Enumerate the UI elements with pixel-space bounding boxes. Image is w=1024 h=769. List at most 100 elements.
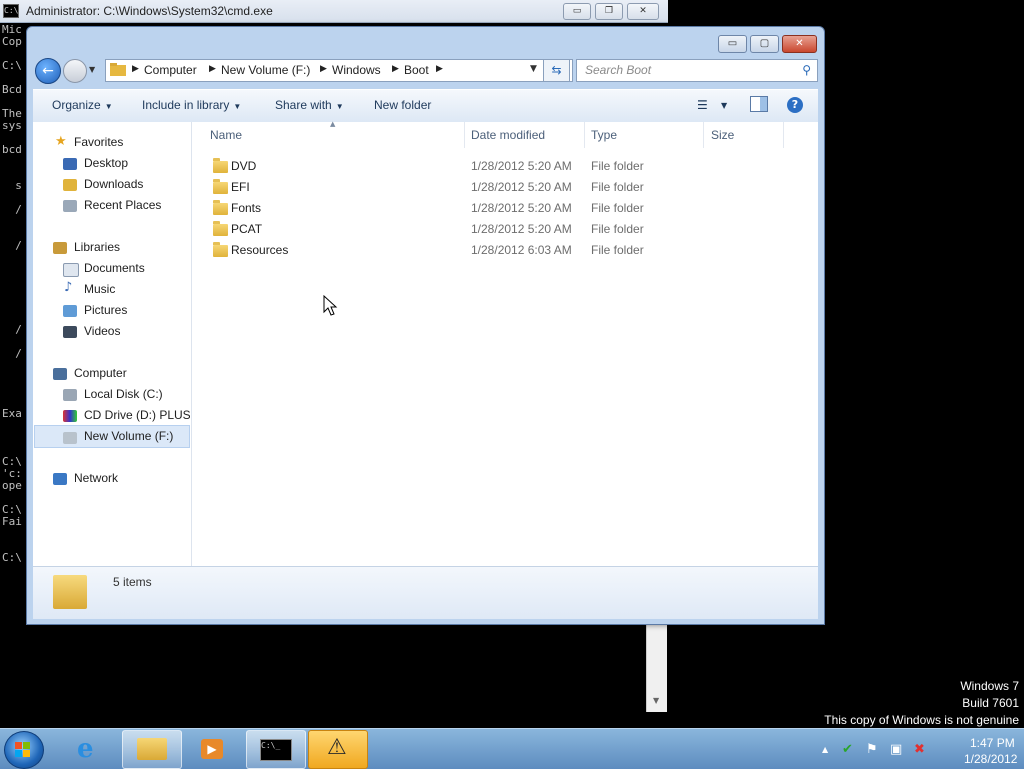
view-options-dropdown[interactable]: ▼ <box>721 101 727 110</box>
breadcrumb-arrow-icon[interactable]: ▶ <box>132 64 139 74</box>
file-name[interactable]: Resources <box>231 243 288 257</box>
libraries-icon <box>53 242 67 254</box>
scroll-down-arrow-icon[interactable]: ▼ <box>653 696 659 705</box>
nav-music[interactable]: Music <box>84 282 115 296</box>
change-view-button[interactable]: ☰ <box>697 98 708 112</box>
table-row[interactable]: Fonts 1/28/2012 5:20 AM File folder <box>192 198 818 219</box>
organize-menu[interactable]: Organize ▼ <box>52 98 113 112</box>
taskbar-command-prompt[interactable]: C:\_ <box>246 730 306 769</box>
address-dropdown-icon[interactable]: ▼ <box>530 64 537 74</box>
cmd-window-title: Administrator: C:\Windows\System32\cmd.e… <box>26 4 273 18</box>
table-row[interactable]: EFI 1/28/2012 5:20 AM File folder <box>192 177 818 198</box>
column-header-date-modified[interactable]: Date modified <box>471 128 545 142</box>
recent-pages-dropdown[interactable]: ▼ <box>89 65 95 74</box>
start-button[interactable] <box>4 731 44 769</box>
refresh-button[interactable]: ⇆ <box>543 59 570 82</box>
clock-time[interactable]: 1:47 PM <box>970 736 1015 750</box>
share-with-menu[interactable]: Share with ▼ <box>275 98 344 112</box>
search-icon[interactable]: ⚲ <box>802 63 811 77</box>
file-name[interactable]: EFI <box>231 180 250 194</box>
file-list[interactable]: ▲ Name Date modified Type Size DVD 1/28/… <box>192 120 818 566</box>
cmd-close-button[interactable]: ✕ <box>627 3 659 20</box>
taskbar-internet-explorer[interactable]: e <box>60 730 120 769</box>
nav-local-disk[interactable]: Local Disk (C:) <box>84 387 163 401</box>
show-hidden-icons-button[interactable]: ▲ <box>822 745 828 754</box>
column-divider[interactable] <box>783 122 784 148</box>
mouse-cursor-icon <box>323 295 338 316</box>
action-center-flag-icon[interactable]: ⚑ <box>866 742 878 757</box>
explorer-minimize-button[interactable]: ▭ <box>718 35 747 53</box>
address-bar[interactable]: ▶ Computer ▶ New Volume (F:) ▶ Windows ▶… <box>105 59 573 82</box>
refresh-icon: ⇆ <box>551 63 562 77</box>
dropdown-arrow-icon: ▼ <box>233 102 242 111</box>
media-player-icon: ▶ <box>201 739 223 759</box>
explorer-maximize-button[interactable]: ▢ <box>750 35 779 53</box>
file-name[interactable]: Fonts <box>231 201 261 215</box>
network-status-icon[interactable]: ▣ <box>890 742 902 757</box>
breadcrumb-new-volume[interactable]: New Volume (F:) <box>221 63 310 77</box>
nav-computer[interactable]: Computer <box>74 366 127 380</box>
nav-videos[interactable]: Videos <box>84 324 120 338</box>
taskbar-warning[interactable]: ⚠ <box>308 730 368 769</box>
cmd-scrollbar[interactable]: ▼ <box>646 624 667 712</box>
clock-date[interactable]: 1/28/2012 <box>964 752 1017 766</box>
breadcrumb-arrow-icon[interactable]: ▶ <box>320 64 327 74</box>
column-header-type[interactable]: Type <box>591 128 617 142</box>
nav-favorites[interactable]: Favorites <box>74 135 123 149</box>
cmd-title-bar[interactable]: C:\ Administrator: C:\Windows\System32\c… <box>0 0 668 23</box>
documents-icon <box>63 263 79 277</box>
nav-pictures[interactable]: Pictures <box>84 303 127 317</box>
breadcrumb-arrow-icon[interactable]: ▶ <box>392 64 399 74</box>
network-icon <box>53 473 67 485</box>
security-check-icon[interactable]: ✔ <box>842 742 853 757</box>
column-divider[interactable] <box>703 122 704 148</box>
volume-muted-icon[interactable]: ✖ <box>914 742 925 757</box>
breadcrumb-windows[interactable]: Windows <box>332 63 381 77</box>
taskbar-media-player[interactable]: ▶ <box>184 730 244 769</box>
column-header-name[interactable]: Name <box>210 128 242 142</box>
nav-cd-drive[interactable]: CD Drive (D:) PLUS9 <box>84 408 190 422</box>
nav-network[interactable]: Network <box>74 471 118 485</box>
folder-icon <box>110 63 126 76</box>
column-header-size[interactable]: Size <box>711 128 734 142</box>
help-button[interactable]: ? <box>787 97 803 113</box>
folder-icon <box>213 179 228 194</box>
computer-icon <box>53 368 67 380</box>
breadcrumb-boot[interactable]: Boot <box>404 63 429 77</box>
preview-pane-button[interactable] <box>750 96 768 112</box>
nav-downloads[interactable]: Downloads <box>84 177 143 191</box>
cmd-minimize-button[interactable]: ▭ <box>563 3 591 20</box>
nav-new-volume[interactable]: New Volume (F:) <box>84 429 173 443</box>
back-button[interactable]: ← <box>35 58 61 84</box>
nav-desktop[interactable]: Desktop <box>84 156 128 170</box>
file-name[interactable]: PCAT <box>231 222 262 236</box>
column-divider[interactable] <box>584 122 585 148</box>
explorer-title-bar[interactable]: ▭ ▢ ✕ <box>27 27 824 59</box>
breadcrumb-arrow-icon[interactable]: ▶ <box>436 64 443 74</box>
explorer-close-button[interactable]: ✕ <box>782 35 817 53</box>
navigation-pane[interactable]: ★ Favorites Desktop Downloads Recent Pla… <box>33 122 192 566</box>
table-row[interactable]: DVD 1/28/2012 5:20 AM File folder <box>192 156 818 177</box>
windows-version-text: Windows 7 <box>960 679 1019 693</box>
table-row[interactable]: Resources 1/28/2012 6:03 AM File folder <box>192 240 818 261</box>
explorer-folders-icon <box>137 738 167 760</box>
breadcrumb-arrow-icon[interactable]: ▶ <box>209 64 216 74</box>
table-row[interactable]: PCAT 1/28/2012 5:20 AM File folder <box>192 219 818 240</box>
file-name[interactable]: DVD <box>231 159 256 173</box>
breadcrumb-computer[interactable]: Computer <box>144 63 197 77</box>
nav-recent-places[interactable]: Recent Places <box>84 198 161 212</box>
forward-button[interactable] <box>63 59 87 83</box>
explorer-window[interactable]: ▭ ▢ ✕ ← ▼ ▶ Computer ▶ New Volume (F:) ▶… <box>26 26 825 625</box>
search-box[interactable]: Search Boot ⚲ <box>576 59 818 82</box>
music-icon: ♪ <box>64 280 73 295</box>
include-in-library-menu[interactable]: Include in library ▼ <box>142 98 241 112</box>
new-folder-button[interactable]: New folder <box>374 98 431 112</box>
taskbar-windows-explorer[interactable] <box>122 730 182 769</box>
cmd-restore-button[interactable]: ❐ <box>595 3 623 20</box>
details-pane: 5 items <box>33 566 818 619</box>
file-date: 1/28/2012 6:03 AM <box>471 243 572 257</box>
nav-libraries[interactable]: Libraries <box>74 240 120 254</box>
file-type: File folder <box>591 243 644 257</box>
nav-documents[interactable]: Documents <box>84 261 145 275</box>
column-divider[interactable] <box>464 122 465 148</box>
